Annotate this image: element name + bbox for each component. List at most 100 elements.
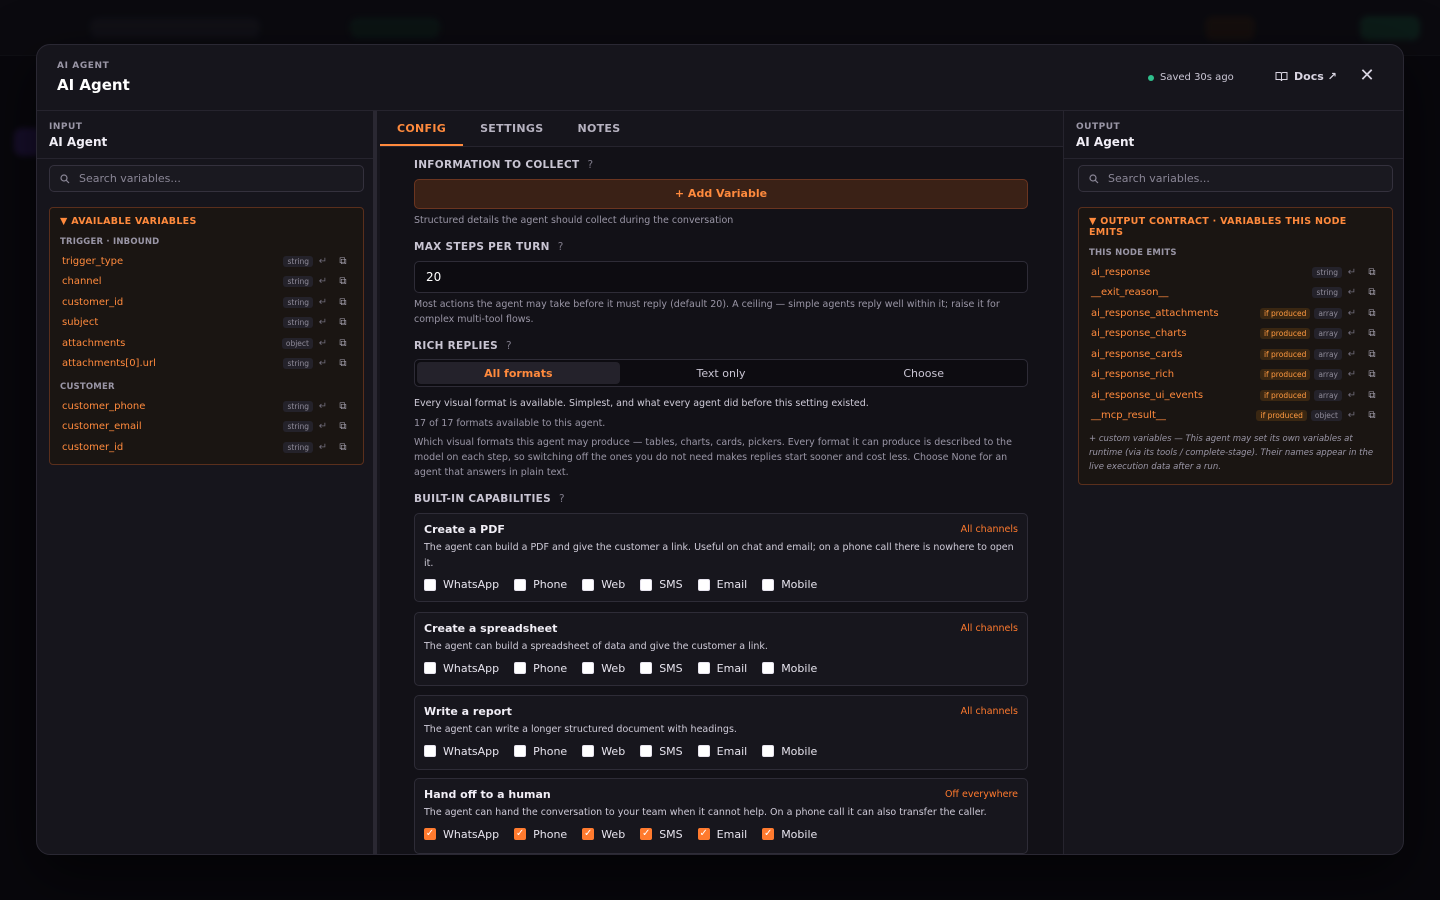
checkbox-icon[interactable] [640, 578, 653, 591]
copy-icon[interactable]: ⧉ [1362, 308, 1382, 319]
copy-icon[interactable]: ⧉ [1362, 410, 1382, 421]
insert-icon[interactable]: ↵ [1342, 308, 1362, 319]
insert-icon[interactable]: ↵ [1342, 369, 1362, 380]
checkbox-checked-icon[interactable]: ✓ [762, 828, 775, 840]
checkbox-icon[interactable] [697, 578, 710, 591]
rich-option-choose[interactable]: Choose [822, 362, 1025, 384]
channel-checkbox-whatsapp[interactable]: WhatsApp [424, 662, 499, 675]
input-variable-row[interactable]: customer_id string ↵ ⧉ [60, 292, 353, 313]
checkbox-checked-icon[interactable]: ✓ [640, 828, 653, 840]
channel-checkbox-email[interactable]: Email [697, 578, 747, 591]
channel-checkbox-web[interactable]: Web [582, 745, 625, 758]
output-variable-row[interactable]: ai_response_rich if produced array ↵ ⧉ [1089, 365, 1382, 386]
insert-icon[interactable]: ↵ [313, 276, 333, 287]
rich-option-all-formats[interactable]: All formats [417, 362, 620, 384]
insert-icon[interactable]: ↵ [313, 338, 333, 349]
output-variable-row[interactable]: __mcp_result__ if produced object ↵ ⧉ [1089, 406, 1382, 427]
channel-checkbox-web[interactable]: ✓ Web [582, 828, 625, 841]
checkbox-icon[interactable] [424, 745, 436, 757]
channel-checkbox-phone[interactable]: Phone [514, 578, 567, 591]
channel-checkbox-web[interactable]: Web [582, 662, 625, 675]
checkbox-icon[interactable] [762, 662, 775, 674]
copy-icon[interactable]: ⧉ [333, 297, 353, 308]
checkbox-icon[interactable] [640, 745, 653, 757]
checkbox-icon[interactable] [697, 745, 710, 757]
copy-icon[interactable]: ⧉ [1362, 390, 1382, 401]
insert-icon[interactable]: ↵ [1342, 390, 1362, 401]
tab-notes[interactable]: NOTES [560, 111, 637, 146]
max-steps-input[interactable]: 20 [414, 261, 1028, 293]
copy-icon[interactable]: ⧉ [333, 338, 353, 349]
config-scroll-area[interactable]: INFORMATION TO COLLECT? + Add Variable S… [402, 147, 1052, 854]
left-scrollbar[interactable] [373, 111, 377, 854]
capability-channel-status[interactable]: All channels [961, 524, 1018, 535]
output-variable-row[interactable]: ai_response_charts if produced array ↵ ⧉ [1089, 324, 1382, 345]
input-variable-row[interactable]: attachments[0].url string ↵ ⧉ [60, 354, 353, 375]
capability-channel-status[interactable]: Off everywhere [945, 789, 1018, 800]
channel-checkbox-whatsapp[interactable]: ✓ WhatsApp [424, 828, 499, 841]
checkbox-icon[interactable] [582, 662, 595, 674]
close-icon[interactable]: ✕ [1358, 67, 1376, 85]
checkbox-checked-icon[interactable]: ✓ [582, 828, 595, 840]
channel-checkbox-mobile[interactable]: Mobile [762, 662, 817, 675]
checkbox-checked-icon[interactable]: ✓ [514, 828, 527, 840]
insert-icon[interactable]: ↵ [1342, 287, 1362, 298]
copy-icon[interactable]: ⧉ [1362, 369, 1382, 380]
input-search-input[interactable]: Search variables... [49, 165, 364, 192]
checkbox-icon[interactable] [514, 745, 527, 757]
channel-checkbox-email[interactable]: ✓ Email [697, 828, 747, 841]
checkbox-icon[interactable] [762, 745, 775, 757]
channel-checkbox-sms[interactable]: ✓ SMS [640, 828, 683, 841]
channel-checkbox-whatsapp[interactable]: WhatsApp [424, 578, 499, 591]
insert-icon[interactable]: ↵ [1342, 328, 1362, 339]
output-search-input[interactable]: Search variables... [1078, 165, 1393, 192]
channel-checkbox-web[interactable]: Web [582, 578, 625, 591]
output-variable-row[interactable]: __exit_reason__ string ↵ ⧉ [1089, 283, 1382, 304]
help-icon[interactable]: ? [506, 340, 512, 352]
channel-checkbox-sms[interactable]: SMS [640, 745, 683, 758]
copy-icon[interactable]: ⧉ [333, 256, 353, 267]
input-variable-row[interactable]: customer_email string ↵ ⧉ [60, 417, 353, 438]
copy-icon[interactable]: ⧉ [1362, 267, 1382, 278]
output-variable-row[interactable]: ai_response_ui_events if produced array ↵ ⧉ [1089, 385, 1382, 406]
checkbox-icon[interactable] [424, 662, 436, 674]
channel-checkbox-mobile[interactable]: Mobile [762, 745, 817, 758]
checkbox-icon[interactable] [514, 662, 527, 674]
checkbox-icon[interactable] [762, 578, 775, 591]
docs-link[interactable]: Docs ↗ [1275, 70, 1337, 83]
rich-option-text-only[interactable]: Text only [620, 362, 823, 384]
checkbox-checked-icon[interactable]: ✓ [697, 828, 710, 840]
copy-icon[interactable]: ⧉ [333, 276, 353, 287]
channel-checkbox-sms[interactable]: SMS [640, 578, 683, 591]
help-icon[interactable]: ? [559, 493, 565, 505]
help-icon[interactable]: ? [558, 241, 564, 253]
checkbox-icon[interactable] [640, 662, 653, 674]
copy-icon[interactable]: ⧉ [333, 317, 353, 328]
copy-icon[interactable]: ⧉ [333, 401, 353, 412]
insert-icon[interactable]: ↵ [1342, 349, 1362, 360]
insert-icon[interactable]: ↵ [313, 442, 333, 453]
insert-icon[interactable]: ↵ [313, 401, 333, 412]
insert-icon[interactable]: ↵ [313, 421, 333, 432]
capability-channel-status[interactable]: All channels [961, 706, 1018, 717]
checkbox-checked-icon[interactable]: ✓ [424, 828, 436, 840]
tab-config[interactable]: CONFIG [380, 111, 464, 146]
checkbox-icon[interactable] [514, 578, 527, 591]
channel-checkbox-mobile[interactable]: ✓ Mobile [762, 828, 817, 841]
output-variable-row[interactable]: ai_response_attachments if produced array ↵… [1089, 303, 1382, 324]
input-variable-row[interactable]: customer_phone string ↵ ⧉ [60, 396, 353, 417]
checkbox-icon[interactable] [582, 578, 595, 591]
copy-icon[interactable]: ⧉ [333, 358, 353, 369]
add-variable-button[interactable]: + Add Variable [414, 179, 1028, 209]
insert-icon[interactable]: ↵ [313, 297, 333, 308]
input-variable-row[interactable]: subject string ↵ ⧉ [60, 313, 353, 334]
channel-checkbox-sms[interactable]: SMS [640, 662, 683, 675]
channel-checkbox-mobile[interactable]: Mobile [762, 578, 817, 591]
copy-icon[interactable]: ⧉ [333, 442, 353, 453]
channel-checkbox-email[interactable]: Email [697, 745, 747, 758]
help-icon[interactable]: ? [587, 159, 593, 171]
channel-checkbox-phone[interactable]: Phone [514, 745, 567, 758]
copy-icon[interactable]: ⧉ [1362, 349, 1382, 360]
channel-checkbox-phone[interactable]: Phone [514, 662, 567, 675]
capability-channel-status[interactable]: All channels [961, 623, 1018, 634]
